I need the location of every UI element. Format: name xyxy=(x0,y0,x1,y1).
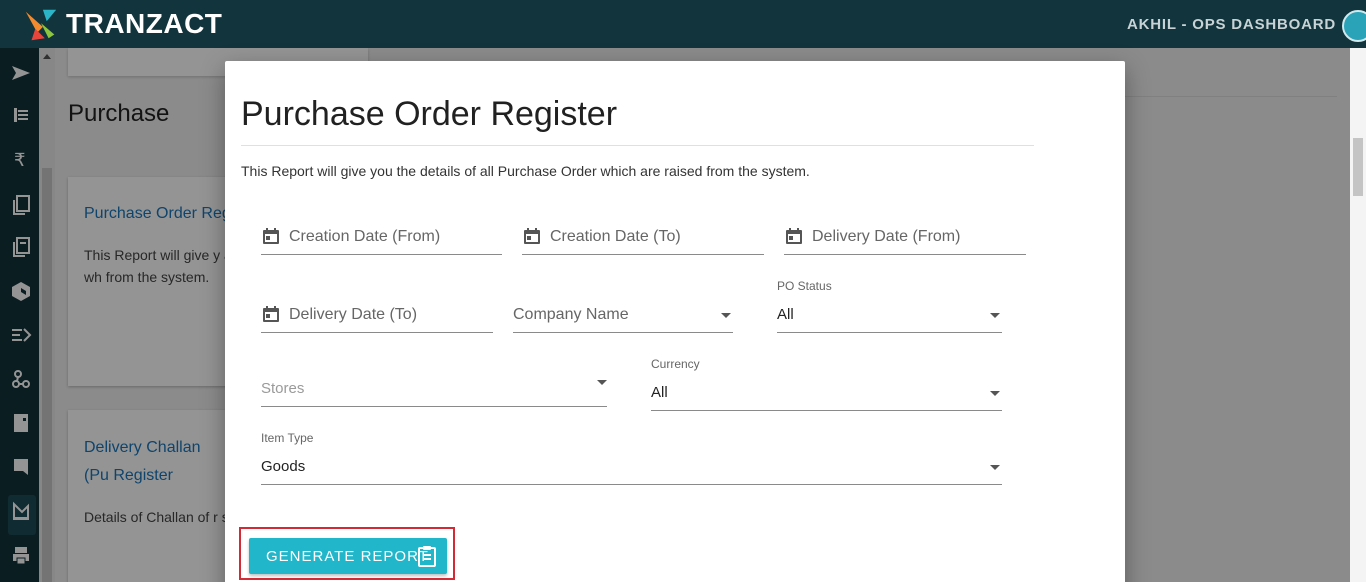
calendar-icon xyxy=(263,228,279,244)
item-type-value: Goods xyxy=(261,458,306,475)
chevron-down-icon xyxy=(597,380,607,385)
stores-placeholder: Stores xyxy=(261,380,305,397)
generate-report-label: GENERATE REPORT xyxy=(266,548,429,565)
calendar-icon xyxy=(786,228,802,244)
creation-date-to-field[interactable]: Creation Date (To) xyxy=(522,222,764,255)
company-name-select[interactable]: Company Name xyxy=(513,300,733,333)
page-scrollbar[interactable] xyxy=(1350,48,1366,582)
clipboard-icon xyxy=(418,546,436,567)
creation-date-from-placeholder: Creation Date (From) xyxy=(289,228,441,245)
calendar-icon xyxy=(524,228,540,244)
modal-divider xyxy=(241,145,1034,146)
report-modal: Purchase Order Register This Report will… xyxy=(225,61,1125,582)
item-type-select[interactable]: Item Type Goods xyxy=(261,431,1002,485)
po-status-label: PO Status xyxy=(777,279,832,293)
modal-title: Purchase Order Register xyxy=(241,95,618,133)
brand-name: TRANZACT xyxy=(66,8,223,39)
creation-date-to-placeholder: Creation Date (To) xyxy=(550,228,681,245)
delivery-date-from-field[interactable]: Delivery Date (From) xyxy=(784,222,1026,255)
top-bar: TRANZACT AKHIL - OPS DASHBOARD xyxy=(0,0,1366,48)
delivery-date-to-field[interactable]: Delivery Date (To) xyxy=(261,300,493,333)
item-type-label: Item Type xyxy=(261,431,314,445)
chevron-down-icon xyxy=(721,313,731,318)
delivery-date-from-placeholder: Delivery Date (From) xyxy=(812,228,961,245)
delivery-date-to-placeholder: Delivery Date (To) xyxy=(289,306,418,323)
chevron-down-icon xyxy=(990,313,1000,318)
avatar[interactable] xyxy=(1342,10,1366,42)
modal-description: This Report will give you the details of… xyxy=(241,163,810,179)
po-status-value: All xyxy=(777,306,794,323)
currency-value: All xyxy=(651,384,668,401)
generate-report-button[interactable]: GENERATE REPORT xyxy=(249,538,447,574)
stores-select[interactable]: Stores xyxy=(261,374,607,407)
calendar-icon xyxy=(263,306,279,322)
creation-date-from-field[interactable]: Creation Date (From) xyxy=(261,222,502,255)
po-status-select[interactable]: PO Status All xyxy=(777,279,1002,333)
user-label[interactable]: AKHIL - OPS DASHBOARD xyxy=(1127,16,1336,33)
currency-select[interactable]: Currency All xyxy=(651,357,1002,411)
tranzact-logo-icon[interactable] xyxy=(22,6,60,44)
chevron-down-icon xyxy=(990,391,1000,396)
scrollbar-thumb[interactable] xyxy=(1353,138,1363,196)
currency-label: Currency xyxy=(651,357,700,371)
company-name-placeholder: Company Name xyxy=(513,306,629,323)
chevron-down-icon xyxy=(990,465,1000,470)
